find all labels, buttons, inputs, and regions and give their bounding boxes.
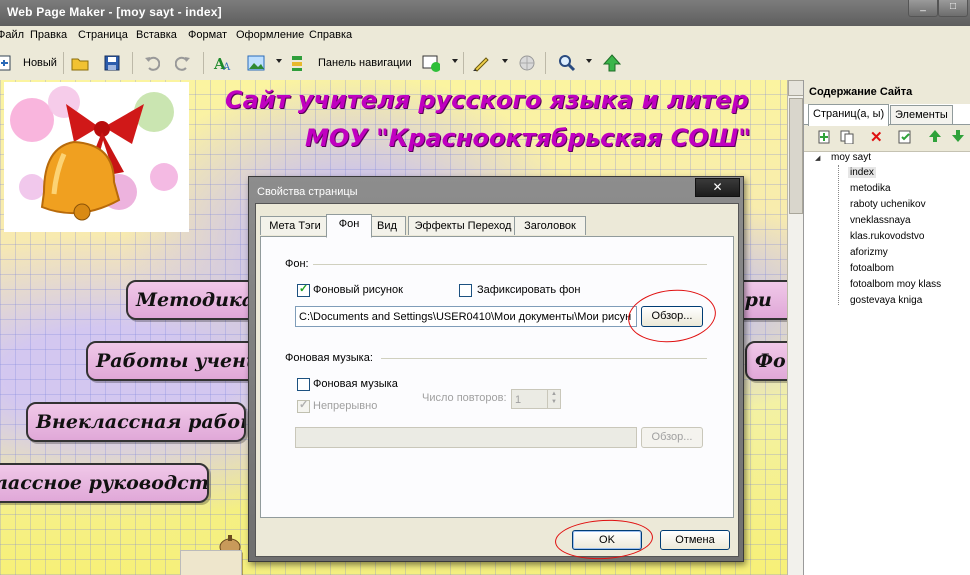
text-style-icon[interactable]: AA xyxy=(213,54,231,72)
background-music-checkbox[interactable] xyxy=(297,378,310,391)
window-title: Web Page Maker - [moy sayt - index] xyxy=(7,5,222,19)
page-properties-dialog: Свойства страницы ✕ Мета Тэги Фон Вид Эф… xyxy=(248,176,744,562)
menu-edit[interactable]: Правка xyxy=(30,29,67,41)
tree-connector xyxy=(838,165,839,305)
menu-insert[interactable]: Вставка xyxy=(136,29,177,41)
page-properties-icon[interactable] xyxy=(898,130,912,147)
menu-page[interactable]: Страница xyxy=(78,29,128,41)
tab-view[interactable]: Вид xyxy=(368,216,406,235)
dialog-title: Свойства страницы xyxy=(257,186,358,198)
minimize-button[interactable]: _ xyxy=(908,0,938,17)
canvas-vertical-scrollbar[interactable] xyxy=(787,80,804,575)
window-titlebar: Web Page Maker - [moy sayt - index] _ □ xyxy=(0,0,970,26)
background-image-path-input[interactable]: C:\Documents and Settings\USER0410\Мои д… xyxy=(295,306,637,327)
pen-tool-dropdown[interactable] xyxy=(502,59,508,63)
scroll-up-button[interactable] xyxy=(788,80,804,96)
browse-music-button[interactable]: Обзор... xyxy=(641,427,703,448)
nav-button-vneklassnaya[interactable]: Внеклассная работа xyxy=(26,402,246,442)
copy-page-icon[interactable] xyxy=(840,130,854,147)
svg-text:A: A xyxy=(222,62,231,72)
nav-panel-icon[interactable] xyxy=(290,54,308,72)
tree-page-gostevaya[interactable]: gostevaya kniga xyxy=(850,295,922,306)
save-icon[interactable] xyxy=(103,54,121,72)
tree-page-klas[interactable]: klas.rukovodstvo xyxy=(850,231,924,242)
delete-page-icon[interactable]: ✕ xyxy=(870,128,883,146)
site-content-title: Содержание Сайта xyxy=(809,86,913,98)
tree-page-index[interactable]: index xyxy=(848,167,876,178)
dialog-close-button[interactable]: ✕ xyxy=(695,178,740,197)
tree-page-fotoalbom[interactable]: fotoalbom xyxy=(850,263,894,274)
menu-format[interactable]: Формат xyxy=(188,29,227,41)
preview-globe-icon[interactable] xyxy=(518,54,536,72)
tree-page-vneklassnaya[interactable]: vneklassnaya xyxy=(850,215,911,226)
open-folder-icon[interactable] xyxy=(71,54,89,72)
tree-root[interactable]: moy sayt xyxy=(831,152,871,163)
site-title-line1: Сайт учителя русского языка и литер xyxy=(225,86,749,114)
redo-icon[interactable] xyxy=(174,54,192,72)
tab-elements[interactable]: Элементы xyxy=(890,105,953,125)
background-group-label: Фон: xyxy=(285,258,309,270)
zoom-dropdown[interactable] xyxy=(586,59,592,63)
pages-toolbar: ✕ xyxy=(804,124,970,152)
bottom-banner-image xyxy=(180,550,242,575)
insert-shape-icon[interactable] xyxy=(422,54,440,72)
background-image-checkbox[interactable] xyxy=(297,282,310,297)
background-music-label: Фоновая музыка xyxy=(313,378,398,390)
tab-transition-effects[interactable]: Эффекты Переход xyxy=(408,216,518,235)
cancel-button[interactable]: Отмена xyxy=(660,530,730,550)
new-page-icon[interactable] xyxy=(0,54,14,72)
tab-background[interactable]: Фон xyxy=(326,214,372,238)
menu-file[interactable]: Файл xyxy=(0,29,24,41)
scroll-thumb[interactable] xyxy=(789,98,803,214)
tree-page-raboty[interactable]: raboty uchenikov xyxy=(850,199,926,210)
tree-page-aforizmy[interactable]: aforizmy xyxy=(850,247,888,258)
dialog-body: Мета Тэги Фон Вид Эффекты Переход Заголо… xyxy=(255,203,739,557)
site-title-line2: МОУ "Краснооктябрьская СОШ" xyxy=(305,124,751,152)
menu-design[interactable]: Оформление xyxy=(236,29,304,41)
stepper-down-icon[interactable]: ▼ xyxy=(551,399,557,405)
site-content-panel: Содержание Сайта Страниц(а, ы) Элементы … xyxy=(803,80,970,575)
add-page-icon[interactable] xyxy=(818,130,832,147)
fix-background-label: Зафиксировать фон xyxy=(477,284,581,296)
move-up-icon[interactable] xyxy=(928,129,942,146)
stepper-up-icon[interactable]: ▲ xyxy=(551,391,557,397)
music-path-input[interactable] xyxy=(295,427,637,448)
insert-image-icon[interactable] xyxy=(247,54,265,72)
tree-page-metodika[interactable]: metodika xyxy=(850,183,891,194)
maximize-button[interactable]: □ xyxy=(938,0,968,17)
insert-shape-dropdown[interactable] xyxy=(452,59,458,63)
undo-icon[interactable] xyxy=(143,54,161,72)
menu-bar: Файл Правка Страница Вставка Формат Офор… xyxy=(0,26,970,46)
pen-tool-icon[interactable] xyxy=(472,54,490,72)
fix-background-checkbox[interactable] xyxy=(459,284,472,297)
nav-button-klassnoe[interactable]: лассное руководство xyxy=(0,463,209,503)
background-music-group-label: Фоновая музыка: xyxy=(285,352,373,364)
new-page-button[interactable]: Новый xyxy=(23,57,57,69)
tab-header[interactable]: Заголовок xyxy=(514,216,586,235)
site-content-header: Содержание Сайта xyxy=(804,80,970,104)
continuous-label: Непрерывно xyxy=(313,400,378,412)
nav-button-foto[interactable]: Фо xyxy=(745,341,787,381)
publish-arrow-icon[interactable] xyxy=(603,54,621,72)
zoom-icon[interactable] xyxy=(558,54,576,72)
move-down-icon[interactable] xyxy=(951,129,965,146)
background-image-label: Фоновый рисунок xyxy=(313,284,403,296)
repeat-count-stepper[interactable]: ▲ ▼ xyxy=(547,390,561,408)
nav-panel-button[interactable]: Панель навигации xyxy=(318,57,412,69)
menu-help[interactable]: Справка xyxy=(309,29,352,41)
repeat-count-label: Число повторов: xyxy=(422,392,507,404)
bell-clipart-image xyxy=(4,82,189,232)
tree-expand-icon[interactable]: ◢ xyxy=(815,154,820,162)
main-toolbar: Новый AA Панель навигации xyxy=(0,46,970,81)
tree-page-fotoalbom-moy-klass[interactable]: fotoalbom moy klass xyxy=(850,279,941,290)
insert-image-dropdown[interactable] xyxy=(276,59,282,63)
background-tab-panel: Фон: Фоновый рисунок Зафиксировать фон C… xyxy=(260,236,734,518)
pages-tree: ◢ moy sayt index metodika raboty uchenik… xyxy=(804,151,970,311)
continuous-checkbox[interactable] xyxy=(297,398,310,413)
tab-pages[interactable]: Страниц(а, ы) xyxy=(808,104,890,126)
tab-meta-tags[interactable]: Мета Тэги xyxy=(260,216,330,235)
